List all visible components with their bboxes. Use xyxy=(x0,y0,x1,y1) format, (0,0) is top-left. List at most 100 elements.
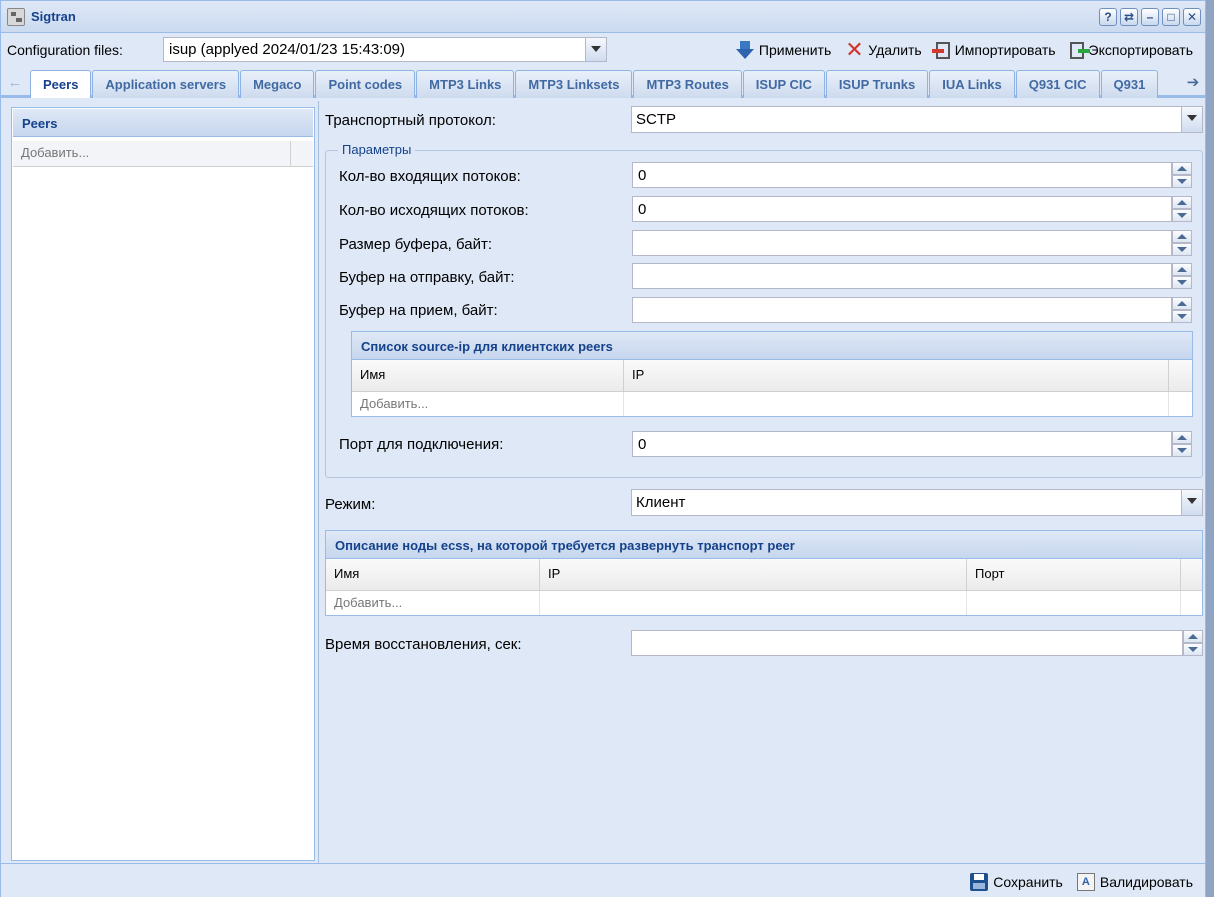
export-label: Экспортировать xyxy=(1088,42,1193,58)
tab-q931-cic[interactable]: Q931 CIC xyxy=(1015,70,1100,98)
node-add-label: Добавить... xyxy=(326,591,540,615)
recovery-time-spinner[interactable] xyxy=(1183,630,1203,656)
apply-button[interactable]: Применить xyxy=(735,38,831,62)
params-fieldset: Параметры Кол-во входящих потоков: 0 Кол… xyxy=(325,142,1203,478)
peer-form: Транспортный протокол: SCTP Параметры Ко… xyxy=(319,101,1205,863)
spin-down-icon[interactable] xyxy=(1172,310,1192,323)
buffer-size-spinner[interactable] xyxy=(1172,230,1192,256)
tab-q931[interactable]: Q931 xyxy=(1100,70,1159,98)
out-streams-spinner[interactable] xyxy=(1172,196,1192,222)
validate-button[interactable]: A Валидировать xyxy=(1076,870,1193,894)
bottom-actions: Сохранить A Валидировать xyxy=(970,870,1193,894)
mode-select[interactable]: Клиент xyxy=(631,489,1203,516)
transport-protocol-select[interactable]: SCTP xyxy=(631,106,1203,133)
source-ip-add-row[interactable]: Добавить... xyxy=(352,392,1192,416)
buffer-size-input[interactable] xyxy=(632,230,1172,256)
spin-up-icon[interactable] xyxy=(1183,630,1203,643)
params-legend: Параметры xyxy=(338,142,416,157)
spin-down-icon[interactable] xyxy=(1172,444,1192,457)
peers-add-row[interactable]: Добавить... xyxy=(13,141,313,167)
out-streams-input[interactable]: 0 xyxy=(632,196,1172,222)
spin-up-icon[interactable] xyxy=(1172,263,1192,276)
save-button[interactable]: Сохранить xyxy=(970,870,1063,894)
spin-up-icon[interactable] xyxy=(1172,431,1192,444)
send-buffer-input[interactable] xyxy=(632,263,1172,289)
mode-label: Режим: xyxy=(325,496,376,513)
in-streams-input[interactable]: 0 xyxy=(632,162,1172,188)
chevron-down-icon[interactable] xyxy=(1181,490,1202,515)
node-add-port-cell xyxy=(967,591,1181,615)
connect-port-spinner[interactable] xyxy=(1172,431,1192,457)
tab-iua-links[interactable]: IUA Links xyxy=(929,70,1015,98)
tab-point-codes[interactable]: Point codes xyxy=(315,70,416,98)
minimize-icon[interactable]: – xyxy=(1141,8,1159,26)
spin-down-icon[interactable] xyxy=(1172,209,1192,222)
apply-arrow-icon xyxy=(735,41,754,59)
import-label: Импортировать xyxy=(954,42,1056,58)
spin-down-icon[interactable] xyxy=(1172,276,1192,289)
save-label: Сохранить xyxy=(993,874,1063,890)
node-grid-title: Описание ноды ecss, на которой требуется… xyxy=(335,538,795,553)
config-files-select[interactable]: isup (applyed 2024/01/23 15:43:09) xyxy=(163,37,607,62)
import-button[interactable]: Импортировать xyxy=(931,38,1056,62)
recv-buffer-input[interactable] xyxy=(632,297,1172,323)
send-buffer-label: Буфер на отправку, байт: xyxy=(339,269,515,286)
node-add-row[interactable]: Добавить... xyxy=(326,591,1202,615)
tab-mtp3-links[interactable]: MTP3 Links xyxy=(416,70,515,98)
tab-mtp3-linksets[interactable]: MTP3 Linksets xyxy=(515,70,633,98)
app-icon xyxy=(7,8,25,26)
delete-button[interactable]: ✕ Удалить xyxy=(845,38,921,62)
recovery-time-input[interactable] xyxy=(631,630,1183,656)
spin-up-icon[interactable] xyxy=(1172,230,1192,243)
spin-up-icon[interactable] xyxy=(1172,196,1192,209)
chevron-down-icon[interactable] xyxy=(1181,107,1202,132)
column-header-name[interactable]: Имя xyxy=(352,360,624,391)
delete-x-icon: ✕ xyxy=(845,37,864,62)
spin-up-icon[interactable] xyxy=(1172,297,1192,310)
config-files-label: Configuration files: xyxy=(7,42,123,58)
source-ip-add-ip-cell xyxy=(624,392,1169,416)
tab-application-servers[interactable]: Application servers xyxy=(92,70,240,98)
source-ip-grid-header: Список source-ip для клиентских peers xyxy=(352,332,1192,360)
spin-down-icon[interactable] xyxy=(1172,175,1192,188)
connect-port-input[interactable]: 0 xyxy=(632,431,1172,457)
peers-add-label: Добавить... xyxy=(21,145,90,160)
validate-label: Валидировать xyxy=(1099,874,1193,890)
config-files-value: isup (applyed 2024/01/23 15:43:09) xyxy=(169,41,406,58)
recv-buffer-spinner[interactable] xyxy=(1172,297,1192,323)
column-divider xyxy=(290,141,291,166)
node-grid-columns: Имя IP Порт xyxy=(326,559,1202,591)
tab-peers[interactable]: Peers xyxy=(30,70,92,98)
help-icon[interactable]: ? xyxy=(1099,8,1117,26)
out-streams-value: 0 xyxy=(638,201,647,218)
tab-megaco[interactable]: Megaco xyxy=(240,70,315,98)
export-button[interactable]: Экспортировать xyxy=(1069,38,1193,62)
in-streams-label: Кол-во входящих потоков: xyxy=(339,168,521,185)
in-streams-spinner[interactable] xyxy=(1172,162,1192,188)
tab-list: Peers Application servers Megaco Point code… xyxy=(30,70,1183,98)
out-streams-label: Кол-во исходящих потоков: xyxy=(339,202,529,219)
config-toolbar: Configuration files: isup (applyed 2024/… xyxy=(1,34,1205,66)
tab-mtp3-routes[interactable]: MTP3 Routes xyxy=(633,70,742,98)
refresh-icon[interactable]: ⇄ xyxy=(1120,8,1138,26)
maximize-icon[interactable]: □ xyxy=(1162,8,1180,26)
column-header-ip[interactable]: IP xyxy=(624,360,1169,391)
send-buffer-spinner[interactable] xyxy=(1172,263,1192,289)
spin-up-icon[interactable] xyxy=(1172,162,1192,175)
delete-label: Удалить xyxy=(868,42,922,58)
tab-scroll-left-icon[interactable]: ← xyxy=(5,71,25,95)
tab-scroll-right-icon[interactable]: ➔ xyxy=(1183,71,1203,95)
transport-protocol-label: Транспортный протокол: xyxy=(325,112,496,129)
node-grid-header: Описание ноды ecss, на которой требуется… xyxy=(326,531,1202,559)
column-header-name[interactable]: Имя xyxy=(326,559,540,590)
tab-isup-trunks[interactable]: ISUP Trunks xyxy=(825,70,929,98)
recovery-time-label: Время восстановления, сек: xyxy=(325,636,522,653)
tab-isup-cic[interactable]: ISUP CIC xyxy=(742,70,825,98)
column-header-ip[interactable]: IP xyxy=(540,559,967,590)
spin-down-icon[interactable] xyxy=(1183,643,1203,656)
source-ip-grid-columns: Имя IP xyxy=(352,360,1192,392)
spin-down-icon[interactable] xyxy=(1172,243,1192,256)
chevron-down-icon[interactable] xyxy=(585,38,606,61)
column-header-port[interactable]: Порт xyxy=(967,559,1181,590)
close-icon[interactable]: ✕ xyxy=(1183,8,1201,26)
